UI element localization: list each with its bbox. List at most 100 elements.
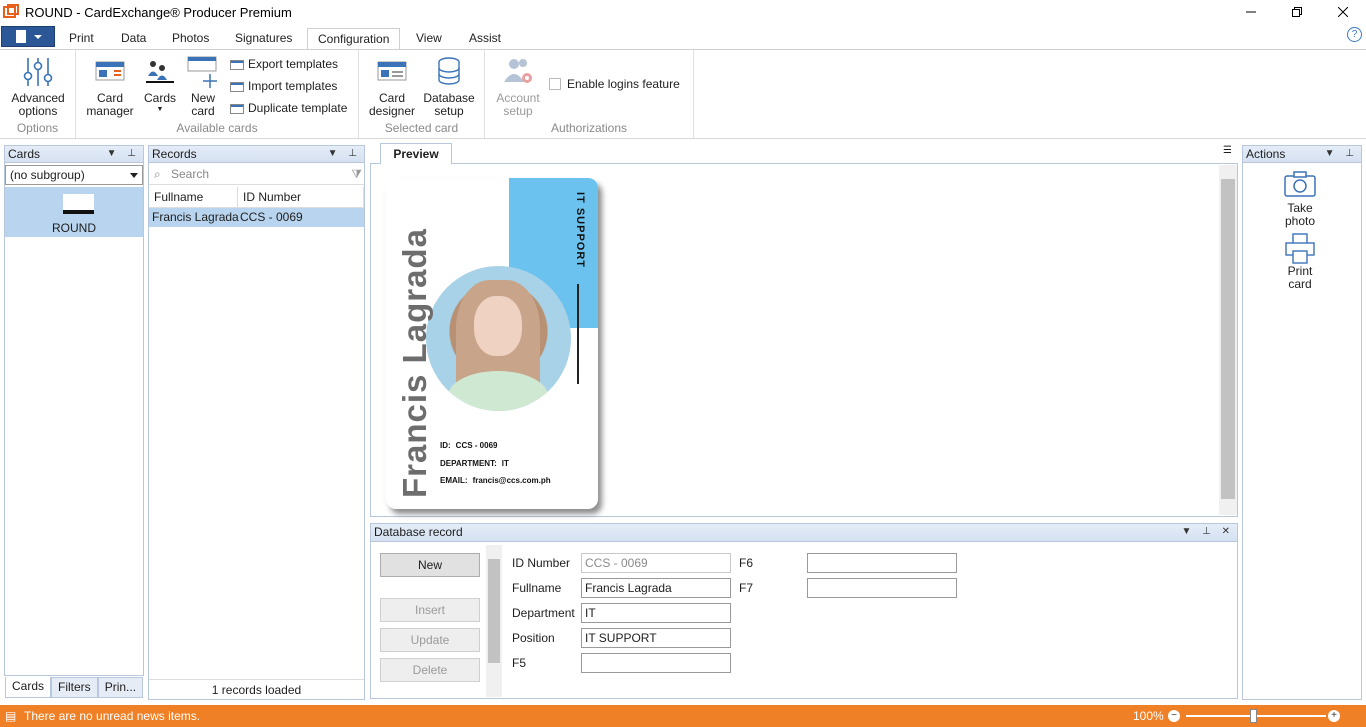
f5-label: F5 [512,656,527,670]
advanced-options-button[interactable]: Advanced options [8,54,68,118]
update-button[interactable]: Update [380,628,480,652]
card-department-line: DEPARTMENT: IT [440,459,509,468]
search-icon: ⌕ [154,167,161,181]
users-gear-icon [500,54,536,90]
export-templates-button[interactable]: Export templates [230,54,338,74]
import-templates-button[interactable]: Import templates [230,76,337,96]
records-search-input[interactable]: ⌕ Search ⧩ [149,164,364,185]
tab-configuration[interactable]: Configuration [307,28,401,51]
tab-signatures[interactable]: Signatures [225,28,302,50]
tab-cards[interactable]: Cards [5,677,52,698]
available-cards-group-label: Available cards [176,121,258,135]
pane-menu-pin-close-icon[interactable]: ▼ ⊥ ✕ [1181,524,1234,540]
new-card-button[interactable]: New card [184,54,222,118]
id-number-label: ID Number [512,556,571,570]
card-thumbnail-icon [63,194,94,214]
duplicate-template-button[interactable]: Duplicate template [230,98,347,118]
preview-menu-icon[interactable]: ☰ [1223,145,1232,156]
records-pane [148,163,365,700]
camera-icon [1283,170,1317,198]
column-fullname[interactable]: Fullname [149,187,238,208]
tab-view[interactable]: View [406,28,452,50]
tab-print[interactable]: Prin... [97,677,144,698]
restore-button[interactable] [1274,0,1320,24]
card-manager-button[interactable]: Card manager [86,54,134,118]
status-bar: ▤ There are no unread news items. 100% −… [0,705,1366,727]
db-record-scrollbar[interactable] [486,545,502,697]
cards-pane-tabs: Cards Filters Prin... [5,677,144,698]
cards-dropdown-button[interactable]: Cards ▼ [140,54,180,115]
minimize-button[interactable] [1228,0,1274,24]
card-role: IT SUPPORT [574,192,586,269]
preview-scrollbar[interactable] [1219,165,1237,515]
ribbon-tab-bar: Print Data Photos Signatures Configurati… [0,24,1366,51]
news-icon[interactable]: ▤ [5,705,16,727]
enable-logins-checkbox[interactable]: Enable logins feature [549,74,680,94]
pane-menu-pin-icon[interactable]: ▼ ⊥ [328,146,361,162]
chevron-down-icon: ▼ [156,106,164,113]
status-message: There are no unread news items. [24,709,201,723]
fullname-field[interactable]: Francis Lagrada [581,578,731,598]
ribbon: Advanced options Options Card manager Ca… [0,49,1366,139]
options-group: Advanced options Options [0,50,76,138]
card-item-round[interactable]: ROUND [5,187,143,237]
cards-pane-header: Cards ▼ ⊥ [4,145,144,163]
document-icon [16,30,42,43]
tab-assist[interactable]: Assist [459,28,511,50]
zoom-out-button[interactable]: − [1168,710,1180,722]
position-label: Position [512,631,555,645]
sliders-icon [20,54,56,90]
title-bar: ROUND - CardExchange® Producer Premium [0,0,1366,24]
tab-preview[interactable]: Preview [380,143,452,164]
tab-print[interactable]: Print [59,28,104,50]
checkbox-icon [549,78,561,90]
f7-label: F7 [739,581,754,595]
id-card-preview: Francis Lagrada IT SUPPORT ID: CCS - 0069… [386,178,598,509]
position-field[interactable]: IT SUPPORT [581,628,731,648]
table-row[interactable]: Francis Lagrada CCS - 0069 [149,208,364,227]
tab-photos[interactable]: Photos [162,28,219,50]
options-group-label: Options [16,121,59,135]
file-menu-button[interactable] [1,26,55,47]
card-designer-button[interactable]: Card designer [367,54,417,118]
card-name: Francis Lagrada [396,228,433,498]
close-window-button[interactable] [1320,0,1366,24]
f6-field[interactable] [807,553,957,573]
print-card-button[interactable]: Print card [1260,233,1340,291]
tab-filters[interactable]: Filters [51,677,98,698]
zoom-level: 100% [1133,709,1164,723]
new-record-button[interactable]: New [380,553,480,577]
pane-menu-pin-icon[interactable]: ▼ ⊥ [1325,146,1358,162]
import-icon [230,81,244,92]
id-number-field[interactable]: CCS - 0069 [581,553,731,573]
database-setup-button[interactable]: Database setup [421,54,477,118]
help-icon[interactable]: ? [1347,27,1362,42]
f5-field[interactable] [581,653,731,673]
chevron-down-icon [130,173,138,178]
cards-pane [4,163,144,676]
column-id-number[interactable]: ID Number [238,187,364,208]
zoom-in-button[interactable]: + [1328,710,1340,722]
f6-label: F6 [739,556,754,570]
account-setup-button[interactable]: Account setup [491,54,545,118]
export-icon [230,59,244,70]
take-photo-button[interactable]: Take photo [1260,170,1340,228]
department-field[interactable]: IT [581,603,731,623]
department-label: Department [512,606,575,620]
insert-button[interactable]: Insert [380,598,480,622]
filter-icon[interactable]: ⧩ [351,164,362,184]
delete-button[interactable]: Delete [380,658,480,682]
actions-pane-header: Actions ▼ ⊥ [1242,145,1362,163]
selected-card-group-label: Selected card [384,121,459,135]
zoom-slider-thumb[interactable] [1250,709,1257,723]
f7-field[interactable] [807,578,957,598]
authorizations-group-label: Authorizations [550,121,628,135]
tab-data[interactable]: Data [111,28,156,50]
pane-menu-pin-icon[interactable]: ▼ ⊥ [107,146,140,162]
available-cards-group: Card manager Cards ▼ New card Export tem… [76,50,359,138]
new-card-icon [185,54,221,90]
subgroup-select[interactable]: (no subgroup) [5,165,143,185]
card-manager-icon [92,54,128,90]
card-email-line: EMAIL: francis@ccs.com.ph [440,476,551,485]
database-record-header: Database record ▼ ⊥ ✕ [370,523,1238,542]
